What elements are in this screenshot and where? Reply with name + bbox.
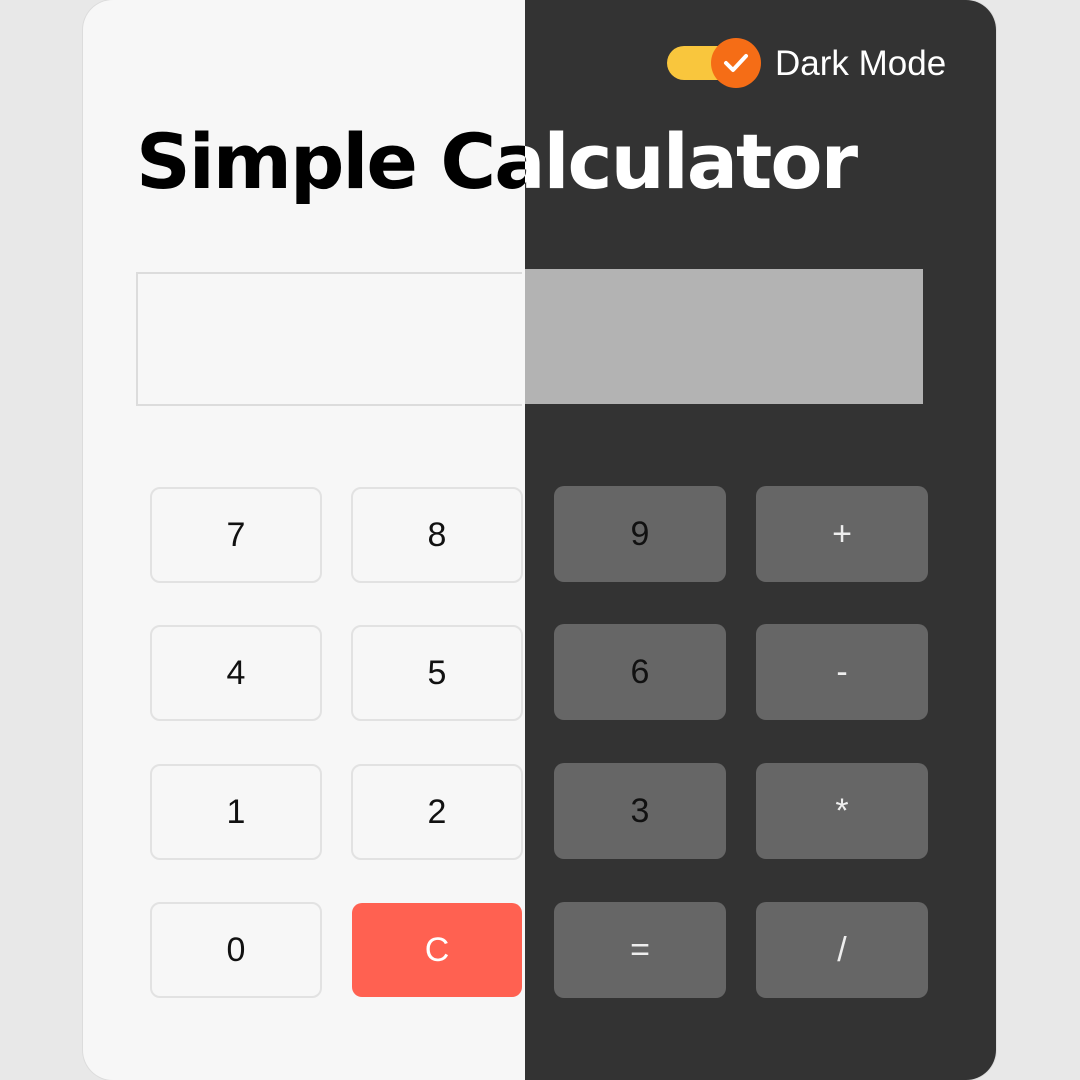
key-0[interactable]: 0	[150, 902, 322, 998]
calculator-display-dark	[525, 269, 923, 404]
key-equals[interactable]: =	[554, 902, 726, 998]
key-5[interactable]: 5	[351, 625, 523, 721]
key-3[interactable]: 3	[554, 763, 726, 859]
key-1[interactable]: 1	[150, 764, 322, 860]
key-9[interactable]: 9	[554, 486, 726, 582]
toggle-knob	[711, 38, 761, 88]
checkmark-icon	[724, 54, 748, 72]
dark-mode-toggle[interactable]	[667, 38, 763, 88]
key-subtract[interactable]: -	[756, 624, 928, 720]
key-7[interactable]: 7	[150, 487, 322, 583]
clear-button[interactable]: C	[352, 903, 522, 997]
key-divide[interactable]: /	[756, 902, 928, 998]
calculator-display	[136, 272, 522, 406]
dark-mode-label: Dark Mode	[775, 44, 947, 83]
key-add[interactable]: +	[756, 486, 928, 582]
key-6[interactable]: 6	[554, 624, 726, 720]
key-8[interactable]: 8	[351, 487, 523, 583]
key-4[interactable]: 4	[150, 625, 322, 721]
page-title-dark: Simple Calculator	[525, 117, 858, 206]
key-multiply[interactable]: *	[756, 763, 928, 859]
key-2[interactable]: 2	[351, 764, 523, 860]
calculator-card: Simple Calculator Simple Calculator Dark…	[83, 0, 996, 1080]
